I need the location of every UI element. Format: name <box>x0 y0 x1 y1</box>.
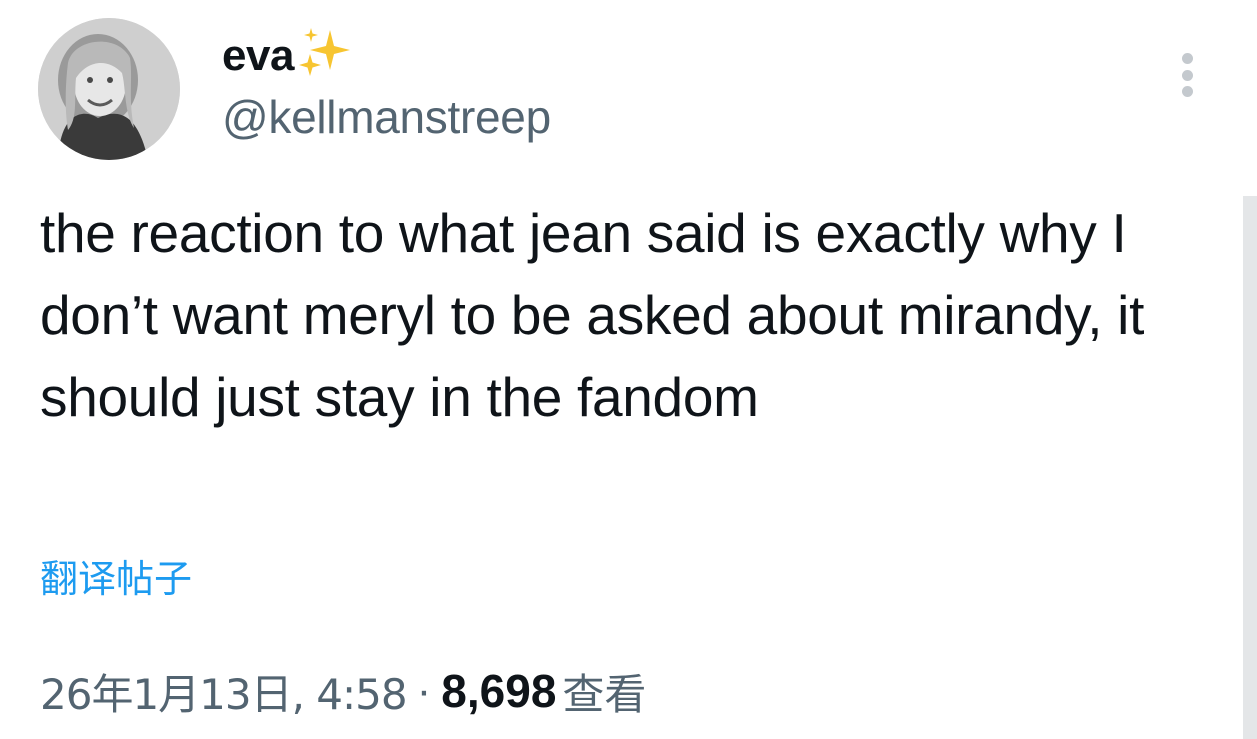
more-vertical-icon <box>1181 53 1193 64</box>
post-meta: 26年1月13日, 4:58 · 8,698 查看 <box>40 656 646 726</box>
timestamp[interactable]: 26年1月13日, 4:58 <box>40 661 408 722</box>
display-name[interactable]: eva <box>222 31 294 81</box>
meta-separator: · <box>416 666 432 715</box>
more-vertical-icon-dot <box>1181 86 1193 97</box>
tweet-card: eva @kellmanstreep the reaction to what … <box>0 0 1257 739</box>
scrollbar[interactable] <box>1243 196 1257 739</box>
more-vertical-icon-dot <box>1181 69 1193 81</box>
translate-post-link[interactable]: 翻译帖子 <box>40 548 192 603</box>
author-name-row[interactable]: eva <box>222 24 354 88</box>
view-count: 8,698 <box>441 665 557 717</box>
avatar-photo <box>38 18 180 160</box>
sparkles-icon <box>298 28 350 76</box>
more-options-button[interactable] <box>1170 50 1204 100</box>
view-label: 查看 <box>562 669 647 719</box>
post-text: the reaction to what jean said is exactl… <box>40 202 1145 428</box>
handle[interactable]: @kellmanstreep <box>222 90 551 144</box>
avatar[interactable] <box>38 18 180 160</box>
